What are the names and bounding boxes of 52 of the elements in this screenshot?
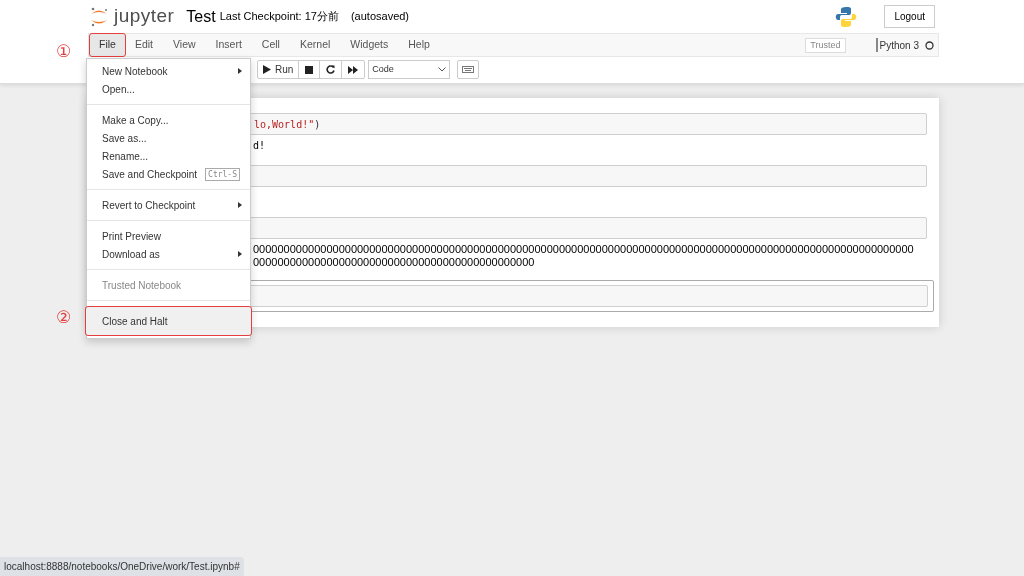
menu-option-label: Trusted Notebook bbox=[102, 278, 182, 293]
menu-item[interactable]: Edit bbox=[124, 34, 163, 56]
step-number: ② bbox=[56, 307, 72, 327]
menu-option-label: Print Preview bbox=[102, 229, 161, 244]
restart-icon bbox=[326, 65, 336, 74]
cell-output: d! bbox=[253, 139, 267, 152]
menu-option[interactable]: Open... bbox=[87, 80, 250, 98]
stop-icon bbox=[305, 65, 314, 74]
cell-output: 0000000000000000000000000000000000000000000000 bbox=[253, 256, 536, 269]
menu-option-label: Open... bbox=[102, 82, 135, 97]
keyboard-icon bbox=[462, 66, 475, 73]
keyboard-button[interactable] bbox=[457, 60, 480, 79]
cell-output: 000000000000000000000000000000000000000000000000000000000000000000000000000000000000000000000000000000000000 bbox=[253, 243, 915, 256]
menu-option-label: New Notebook bbox=[102, 64, 168, 79]
menu-option-label: Make a Copy... bbox=[102, 113, 169, 128]
shortcut-key: Ctrl-S bbox=[205, 167, 240, 181]
menu-option-label: Download as bbox=[102, 247, 160, 262]
cell-type-dropdown[interactable]: Code bbox=[368, 60, 451, 79]
logout-button[interactable]: Logout bbox=[884, 5, 935, 28]
python-logo-icon bbox=[835, 5, 858, 28]
notebook-name[interactable]: Test bbox=[186, 4, 216, 29]
menu-option[interactable]: New Notebook bbox=[87, 62, 250, 80]
chevron-down-icon bbox=[438, 67, 447, 72]
menu-option[interactable]: Close and Halt bbox=[86, 307, 251, 335]
menu-item[interactable]: View bbox=[163, 34, 206, 56]
jupyter-logo-text: jupyter bbox=[114, 4, 175, 29]
fast-forward-icon bbox=[348, 65, 359, 74]
menu-option[interactable]: Revert to Checkpoint bbox=[87, 196, 250, 214]
menu-option-label: Save and Checkpoint bbox=[102, 167, 198, 182]
kernel-name: Python 3 bbox=[879, 38, 919, 53]
menu-option[interactable]: Download as bbox=[87, 245, 250, 263]
menu-item[interactable]: Kernel bbox=[289, 34, 341, 56]
menu-item[interactable]: Cell bbox=[251, 34, 290, 56]
play-icon bbox=[263, 65, 271, 74]
menu-item[interactable]: Insert bbox=[205, 34, 252, 56]
code-text: ) bbox=[314, 117, 321, 132]
kernel-idle-icon bbox=[925, 40, 934, 50]
menu-option[interactable]: Rename... bbox=[87, 147, 250, 165]
menu-item[interactable]: Widgets bbox=[340, 34, 399, 56]
menu-item[interactable]: Help bbox=[398, 34, 440, 56]
code-string: lo,World!" bbox=[254, 117, 315, 132]
autosave-status: (autosaved) bbox=[350, 9, 410, 25]
trusted-indicator[interactable]: Trusted bbox=[805, 37, 846, 53]
step-number: ① bbox=[56, 41, 72, 61]
menu-option-label: Rename... bbox=[102, 149, 149, 164]
menu-option[interactable]: Save and Checkpoint Ctrl-S bbox=[87, 165, 250, 183]
menu-option-label: Close and Halt bbox=[102, 314, 168, 329]
menu-option-label: Revert to Checkpoint bbox=[102, 198, 196, 213]
checkpoint-text: Last Checkpoint: 17分前 bbox=[219, 9, 339, 25]
menu-item[interactable]: File bbox=[90, 34, 125, 56]
status-url: localhost:8888/notebooks/OneDrive/work/Test.ipynb# bbox=[0, 557, 244, 576]
menu-option[interactable]: Print Preview bbox=[87, 227, 250, 245]
